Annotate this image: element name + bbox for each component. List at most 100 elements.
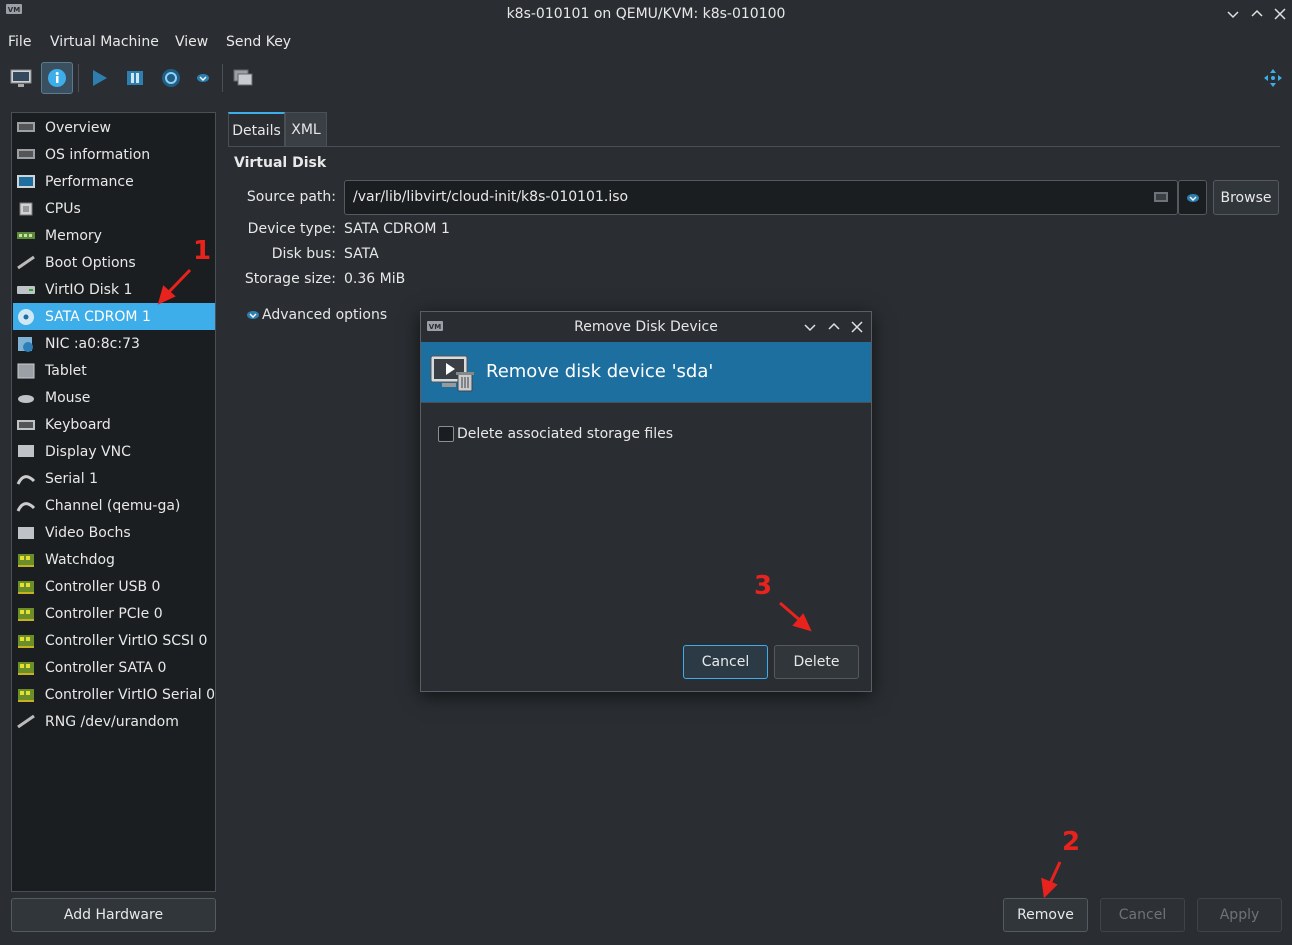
run-button[interactable] — [83, 62, 115, 94]
minimize-icon[interactable] — [1224, 5, 1242, 23]
sidebar-item[interactable]: SATA CDROM 1 — [13, 303, 215, 330]
cpu-icon — [15, 199, 37, 219]
annotation-2: 2 — [1062, 827, 1081, 857]
pci-card-icon — [15, 550, 37, 570]
dialog-cancel-button[interactable]: Cancel — [683, 645, 768, 679]
menu-send-key[interactable]: Send Key — [226, 34, 291, 50]
tab-xml[interactable]: XML — [285, 112, 327, 147]
tab-details[interactable]: Details — [228, 112, 285, 147]
clear-field-icon[interactable] — [1153, 190, 1169, 204]
sidebar-item-label: Memory — [45, 227, 102, 244]
disk-icon — [15, 280, 37, 300]
sidebar-item[interactable]: Controller PCIe 0 — [13, 600, 215, 627]
sidebar-item[interactable]: Video Bochs — [13, 519, 215, 546]
sidebar-item[interactable]: Controller VirtIO SCSI 0 — [13, 627, 215, 654]
info-icon — [48, 69, 66, 87]
apply-button[interactable]: Apply — [1197, 898, 1282, 932]
dialog-delete-button[interactable]: Delete — [774, 645, 859, 679]
sidebar-item-label: SATA CDROM 1 — [45, 308, 151, 325]
close-icon[interactable] — [1271, 5, 1289, 23]
sidebar-item-label: OS information — [45, 146, 151, 163]
pci-card-icon — [15, 658, 37, 678]
shutdown-menu-button[interactable] — [189, 62, 217, 94]
sidebar-item[interactable]: Channel (qemu-ga) — [13, 492, 215, 519]
remove-disk-dialog: VM Remove Disk Device Remove disk device… — [420, 311, 872, 692]
maximize-icon[interactable] — [825, 318, 843, 336]
sidebar-item[interactable]: CPUs — [13, 195, 215, 222]
sidebar-item[interactable]: Controller USB 0 — [13, 573, 215, 600]
sidebar-item[interactable]: Serial 1 — [13, 465, 215, 492]
maximize-icon[interactable] — [1248, 5, 1266, 23]
chevron-down-icon — [1186, 193, 1199, 202]
sidebar-item-label: Serial 1 — [45, 470, 98, 487]
sidebar-item-label: NIC :a0:8c:73 — [45, 335, 140, 352]
sidebar-item[interactable]: Performance — [13, 168, 215, 195]
annotation-3: 3 — [754, 571, 773, 601]
sidebar-item[interactable]: Keyboard — [13, 411, 215, 438]
annotation-1: 1 — [193, 236, 212, 266]
console-button[interactable] — [5, 62, 37, 94]
annotation-arrow-2 — [1047, 861, 1062, 887]
minimize-icon[interactable] — [801, 318, 819, 336]
sidebar-item[interactable]: Watchdog — [13, 546, 215, 573]
fullscreen-button[interactable] — [1257, 62, 1289, 94]
delete-storage-checkbox[interactable] — [438, 426, 454, 442]
display-icon — [15, 442, 37, 462]
sidebar-item-label: Controller VirtIO Serial 0 — [44, 686, 215, 703]
add-hardware-button[interactable]: Add Hardware — [11, 898, 216, 932]
snapshots-button[interactable] — [227, 62, 259, 94]
sidebar-item[interactable]: Mouse — [13, 384, 215, 411]
storage-size-value: 0.36 MiB — [344, 271, 406, 287]
menu-bar: File Virtual Machine View Send Key — [0, 30, 1292, 56]
sidebar-item[interactable]: RNG /dev/urandom — [13, 708, 215, 735]
tablet-icon — [15, 361, 37, 381]
sidebar-item[interactable]: Tablet — [13, 357, 215, 384]
sidebar-item-label: Tablet — [45, 362, 87, 379]
sidebar-item-label: Keyboard — [45, 416, 111, 433]
pci-card-icon — [15, 577, 37, 597]
advanced-options-expander[interactable]: Advanced options — [246, 307, 387, 323]
browse-button[interactable]: Browse — [1213, 180, 1279, 215]
sidebar-item-label: Controller SATA 0 — [45, 659, 167, 676]
sidebar-item[interactable]: VirtIO Disk 1 — [13, 276, 215, 303]
serial-icon — [15, 469, 37, 489]
sidebar-item[interactable]: Boot Options — [13, 249, 215, 276]
sidebar-item-label: RNG /dev/urandom — [45, 713, 179, 730]
remove-button[interactable]: Remove — [1003, 898, 1088, 932]
sidebar-item-label: Controller VirtIO SCSI 0 — [45, 632, 208, 649]
sidebar-item-label: Video Bochs — [45, 524, 131, 541]
cancel-button[interactable]: Cancel — [1100, 898, 1185, 932]
pause-icon — [127, 71, 143, 85]
sidebar-item[interactable]: OS information — [13, 141, 215, 168]
shutdown-button[interactable] — [155, 62, 187, 94]
hardware-list[interactable]: Overview OS information Performance CPUs Mem… — [11, 112, 216, 892]
menu-file[interactable]: File — [8, 34, 31, 50]
dialog-title-bar: VM Remove Disk Device — [421, 312, 871, 342]
source-path-label: Source path: — [246, 189, 336, 205]
sidebar-item[interactable]: Overview — [13, 114, 215, 141]
details-button[interactable] — [41, 62, 73, 94]
sidebar-item[interactable]: NIC :a0:8c:73 — [13, 330, 215, 357]
pause-button[interactable] — [119, 62, 151, 94]
rng-icon — [15, 712, 37, 732]
sidebar-item[interactable]: Controller VirtIO Serial 0 — [13, 681, 215, 708]
menu-virtual-machine[interactable]: Virtual Machine — [50, 34, 159, 50]
sidebar-item-label: Controller USB 0 — [45, 578, 161, 595]
close-icon[interactable] — [848, 318, 866, 336]
power-icon — [162, 69, 180, 87]
toolbar-separator — [78, 64, 79, 92]
sidebar-item[interactable]: Controller SATA 0 — [13, 654, 215, 681]
expander-icon — [247, 311, 259, 319]
monitor-icon — [10, 69, 32, 87]
delete-storage-label[interactable]: Delete associated storage files — [457, 426, 673, 442]
title-bar: VM k8s-010101 on QEMU/KVM: k8s-010100 — [0, 0, 1292, 30]
sidebar-item[interactable]: Display VNC — [13, 438, 215, 465]
dialog-header: Remove disk device 'sda' — [421, 342, 871, 403]
sidebar-item-label: Display VNC — [45, 443, 131, 460]
source-path-dropdown[interactable] — [1178, 180, 1207, 215]
menu-view[interactable]: View — [175, 34, 208, 50]
remove-disk-icon — [430, 355, 474, 392]
source-path-input[interactable]: /var/lib/libvirt/cloud-init/k8s-010101.i… — [344, 180, 1178, 215]
storage-size-label: Storage size: — [244, 271, 336, 287]
sidebar-item[interactable]: Memory — [13, 222, 215, 249]
